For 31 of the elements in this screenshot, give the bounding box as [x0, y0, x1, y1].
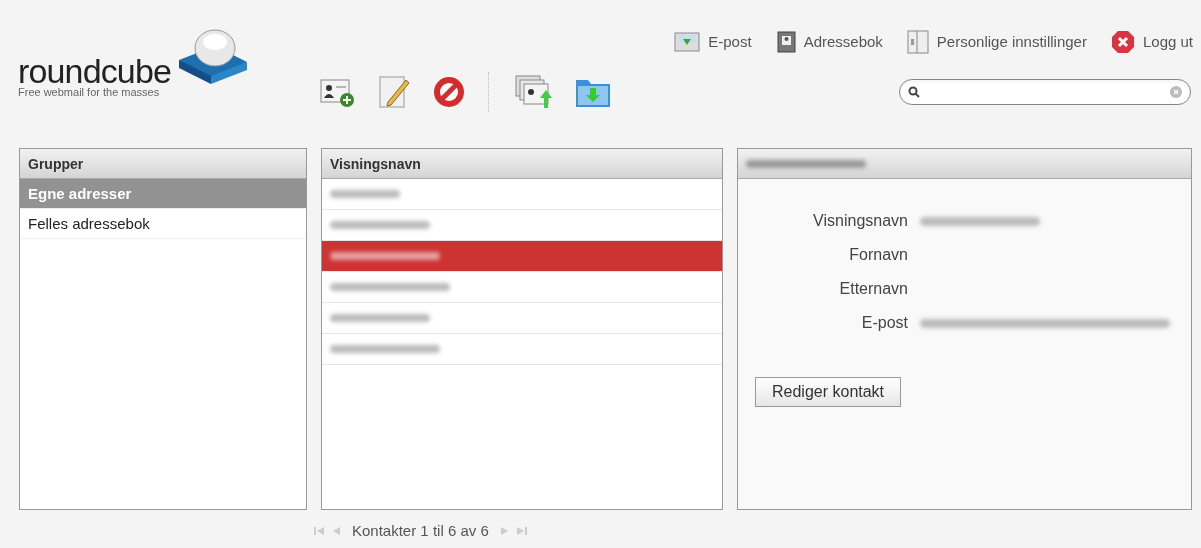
contact-row[interactable]	[322, 241, 722, 272]
next-page-icon[interactable]	[500, 526, 509, 537]
panel-icon	[906, 30, 929, 54]
inbox-icon	[674, 31, 701, 53]
pager-text: Kontakter 1 til 6 av 6	[351, 521, 490, 541]
nav-link[interactable]: Logg ut	[1110, 30, 1193, 54]
field-label: Visningsnavn	[812, 211, 908, 231]
field-label: Fornavn	[848, 245, 908, 265]
group-item[interactable]: Felles adressebok	[20, 209, 306, 239]
close-icon	[1110, 30, 1135, 54]
column-header: Visningsnavn	[322, 149, 722, 179]
clear-icon[interactable]	[1170, 86, 1182, 98]
add-contact-icon[interactable]	[320, 76, 356, 108]
import-contacts-icon[interactable]	[515, 74, 553, 110]
edit-contact-button[interactable]: Rediger kontakt	[755, 377, 902, 407]
logo-tagline: Free webmail for the masses	[18, 85, 161, 100]
last-page-icon[interactable]	[516, 526, 527, 537]
previous-page-icon[interactable]	[332, 526, 340, 537]
address-book-icon	[775, 31, 796, 53]
search-field[interactable]	[899, 79, 1191, 105]
logo-text: roundcube	[18, 54, 172, 88]
first-page-icon[interactable]	[314, 526, 324, 537]
field-label: Etternavn	[838, 279, 908, 299]
nav-link[interactable]: Adressebok	[775, 30, 883, 54]
nav-link[interactable]: Personlige innstillinger	[906, 30, 1087, 54]
search-icon	[908, 86, 920, 98]
field-label: E-post	[860, 313, 908, 333]
column-header: Grupper	[20, 149, 306, 179]
delete-icon[interactable]	[432, 75, 466, 109]
edit-icon[interactable]	[378, 74, 410, 110]
nav-link[interactable]: E-post	[674, 30, 752, 54]
